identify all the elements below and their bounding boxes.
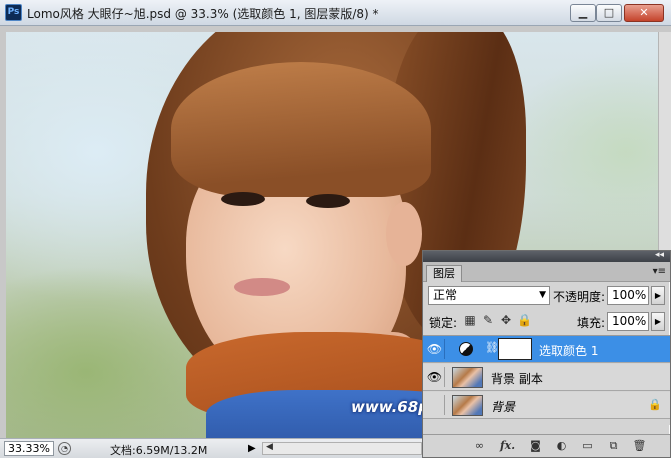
layer-thumbnail	[452, 367, 483, 388]
zoom-field[interactable]: 33.33%	[4, 441, 54, 456]
visibility-eye-icon[interactable]: 👁	[425, 339, 445, 359]
scroll-left-arrow-icon[interactable]: ◀	[266, 442, 273, 452]
fx-icon[interactable]: fx.	[499, 438, 516, 454]
horizontal-scrollbar[interactable]	[262, 442, 422, 455]
blend-mode-select[interactable]: 正常 ▼	[428, 286, 550, 305]
panel-grip[interactable]: ◂◂	[423, 250, 670, 262]
minimize-button[interactable]: ▁	[570, 4, 596, 22]
collapse-panel-icon[interactable]: ◂◂	[655, 250, 664, 261]
lock-label: 锁定:	[429, 316, 458, 330]
layer-mask-thumbnail[interactable]	[498, 338, 532, 360]
fill-slider-button[interactable]: ▶	[651, 312, 665, 331]
layer-name: 选取颜色 1	[539, 344, 599, 358]
photo-lips	[234, 278, 290, 296]
panel-tab-bar: 图层 ▾≡	[423, 262, 670, 282]
delete-layer-icon[interactable]: 🗑	[631, 438, 648, 454]
document-size-info: 文档:6.59M/13.2M	[110, 444, 208, 457]
new-group-icon[interactable]: ▭	[579, 438, 596, 454]
link-layers-icon[interactable]: ∞	[471, 438, 488, 454]
lock-all-icon[interactable]: 🔒	[517, 313, 532, 327]
adjustment-layer-icon	[459, 342, 473, 356]
dropdown-arrow-icon: ▼	[539, 290, 546, 300]
opacity-slider-button[interactable]: ▶	[651, 286, 665, 305]
status-info-icon[interactable]: ◔	[58, 442, 71, 455]
layer-row-selective-color[interactable]: 👁 ⛓ 选取颜色 1	[423, 336, 670, 363]
layer-row-background[interactable]: 背景 🔒	[423, 392, 670, 419]
new-layer-icon[interactable]: ⧉	[605, 438, 622, 454]
layers-list: 👁 ⛓ 选取颜色 1 👁 背景 副本 背景 🔒	[423, 335, 670, 425]
blend-mode-value: 正常	[433, 288, 458, 302]
lock-position-icon[interactable]: ✥	[499, 313, 513, 327]
layer-locked-icon: 🔒	[648, 398, 662, 411]
lock-image-icon[interactable]: ✎	[481, 313, 495, 327]
document-title: Lomo风格 大眼仔~旭.psd @ 33.3% (选取颜色 1, 图层蒙版/8…	[27, 7, 379, 21]
status-menu-arrow-icon[interactable]: ▶	[248, 442, 258, 455]
fill-label: 填充:	[577, 316, 606, 330]
layer-thumbnail	[452, 395, 483, 416]
visibility-eye-icon[interactable]: 👁	[425, 367, 445, 387]
close-button[interactable]: ✕	[624, 4, 664, 22]
mask-link-icon[interactable]: ⛓	[485, 341, 499, 354]
panel-menu-icon[interactable]: ▾≡	[653, 266, 666, 277]
visibility-toggle-empty[interactable]	[425, 395, 445, 415]
maximize-button[interactable]: □	[596, 4, 622, 22]
opacity-input[interactable]: 100%	[607, 286, 649, 305]
photo-bangs	[171, 62, 431, 197]
photo-left-eye	[221, 192, 265, 206]
panel-footer: ∞ fx. ◙ ◐ ▭ ⧉ 🗑	[423, 434, 670, 457]
photo-right-eye	[306, 194, 350, 208]
add-mask-icon[interactable]: ◙	[527, 438, 544, 454]
title-bar: Ps Lomo风格 大眼仔~旭.psd @ 33.3% (选取颜色 1, 图层蒙…	[0, 0, 671, 26]
layer-row-background-copy[interactable]: 👁 背景 副本	[423, 364, 670, 391]
layer-name: 背景 副本	[491, 372, 543, 386]
tab-layers[interactable]: 图层	[426, 265, 462, 282]
lock-transparent-icon[interactable]: ▦	[463, 313, 477, 327]
photoshop-logo-icon: Ps	[5, 4, 22, 21]
fill-input[interactable]: 100%	[607, 312, 649, 331]
layers-panel: ◂◂ 图层 ▾≡ 正常 ▼ 不透明度: 100% ▶ 锁定: ▦ ✎ ✥ 🔒 填…	[422, 250, 671, 458]
layer-name: 背景	[491, 400, 516, 414]
photo-ear	[386, 202, 422, 266]
adjustment-layer-icon[interactable]: ◐	[553, 438, 570, 454]
opacity-label: 不透明度:	[553, 290, 606, 304]
